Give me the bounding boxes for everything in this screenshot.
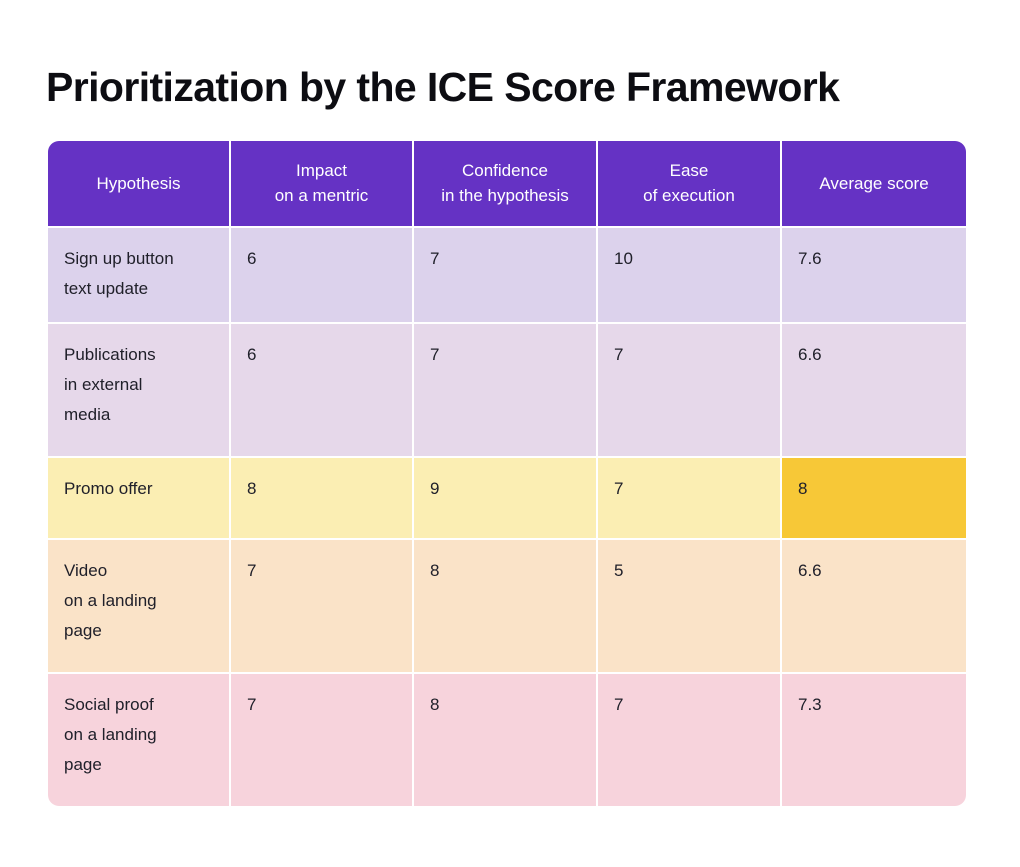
ice-score-table: Hypothesis Impact on a mentric Confidenc…: [48, 141, 966, 806]
table-row: Promo offer 8 9 7 8: [48, 456, 966, 538]
cell-impact: 7: [231, 672, 414, 806]
column-header-impact-line2: on a mentric: [274, 186, 369, 205]
cell-confidence: 7: [414, 322, 598, 456]
cell-impact: 6: [231, 226, 414, 322]
table-body: Sign up button text update 6 7 10 7.6 Pu…: [48, 226, 966, 806]
column-header-ease: Ease of execution: [598, 141, 782, 226]
table-row: Publications in external media 6 7 7 6.6: [48, 322, 966, 456]
ice-score-table-container: Hypothesis Impact on a mentric Confidenc…: [48, 141, 966, 806]
column-header-hypothesis-line1: Hypothesis: [96, 173, 181, 193]
cell-average-score: 7.6: [782, 226, 966, 322]
cell-hypothesis: Sign up button text update: [48, 226, 231, 322]
column-header-confidence: Confidence in the hypothesis: [414, 141, 598, 226]
cell-impact: 6: [231, 322, 414, 456]
cell-average-score: 6.6: [782, 322, 966, 456]
table-row: Video on a landing page 7 8 5 6.6: [48, 538, 966, 672]
cell-ease: 10: [598, 226, 782, 322]
column-header-confidence-line1: Confidence: [461, 161, 548, 180]
cell-impact: 7: [231, 538, 414, 672]
cell-average-score-highlighted: 8: [782, 456, 966, 538]
cell-average-score: 7.3: [782, 672, 966, 806]
cell-ease: 7: [598, 322, 782, 456]
column-header-impact: Impact on a mentric: [231, 141, 414, 226]
column-header-ease-line2: of execution: [643, 186, 735, 205]
cell-confidence: 8: [414, 672, 598, 806]
cell-ease: 7: [598, 672, 782, 806]
column-header-impact-line1: Impact: [295, 161, 348, 180]
cell-impact: 8: [231, 456, 414, 538]
column-header-hypothesis: Hypothesis: [48, 141, 231, 226]
column-header-average-score-line1: Average score: [819, 173, 929, 193]
cell-confidence: 7: [414, 226, 598, 322]
cell-confidence: 9: [414, 456, 598, 538]
cell-hypothesis: Publications in external media: [48, 322, 231, 456]
cell-hypothesis: Social proof on a landing page: [48, 672, 231, 806]
cell-average-score: 6.6: [782, 538, 966, 672]
page-root: Prioritization by the ICE Score Framewor…: [0, 0, 1020, 867]
cell-hypothesis: Video on a landing page: [48, 538, 231, 672]
cell-ease: 7: [598, 456, 782, 538]
table-header-row: Hypothesis Impact on a mentric Confidenc…: [48, 141, 966, 226]
table-row: Sign up button text update 6 7 10 7.6: [48, 226, 966, 322]
cell-ease: 5: [598, 538, 782, 672]
table-header: Hypothesis Impact on a mentric Confidenc…: [48, 141, 966, 226]
column-header-confidence-line2: in the hypothesis: [441, 186, 569, 205]
cell-hypothesis: Promo offer: [48, 456, 231, 538]
column-header-ease-line1: Ease: [669, 161, 709, 180]
column-header-average-score: Average score: [782, 141, 966, 226]
cell-confidence: 8: [414, 538, 598, 672]
page-title: Prioritization by the ICE Score Framewor…: [46, 64, 840, 111]
table-row: Social proof on a landing page 7 8 7 7.3: [48, 672, 966, 806]
